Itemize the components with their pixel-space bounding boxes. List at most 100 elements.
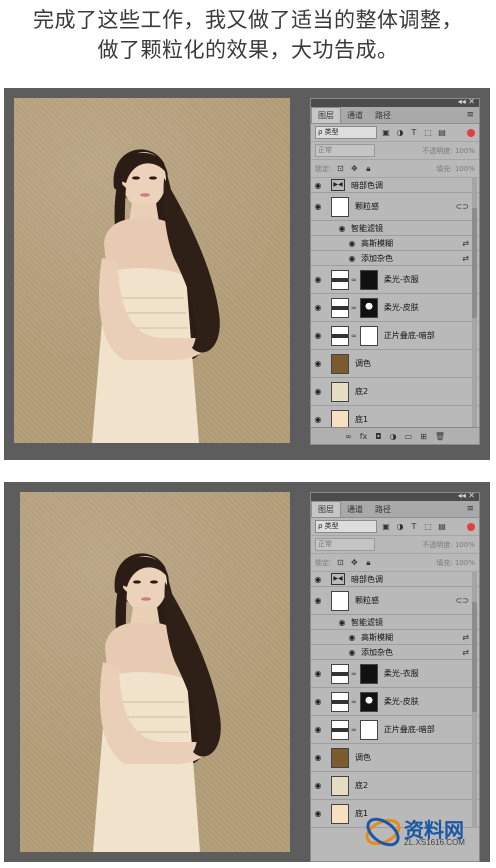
layer-scrollbar[interactable] [472, 178, 477, 434]
visibility-eye-icon[interactable]: ◉ [311, 303, 325, 312]
collapse-icon[interactable]: ◂◂ ✕ [458, 97, 475, 106]
layer-row[interactable]: ◉ ▶◀ 暗部色调 [311, 572, 479, 587]
visibility-eye-icon[interactable]: ◉ [311, 331, 325, 340]
layer-row[interactable]: ◉ 添加杂色 ⇄ [311, 251, 479, 266]
lock-pixels-icon[interactable]: ⊡ [335, 164, 345, 174]
folder-icon[interactable]: ▭ [405, 432, 413, 441]
text-filter-icon[interactable]: T [409, 522, 419, 532]
layer-row[interactable]: ◉ 调色 [311, 350, 479, 378]
layer-row[interactable]: ◉ 底2 [311, 378, 479, 406]
tab-channels[interactable]: 通道 [341, 108, 369, 123]
layer-row[interactable]: ◉ 智能滤镜 [311, 221, 479, 236]
panel-titlebar[interactable]: ◂◂ ✕ [311, 97, 479, 107]
layer-row[interactable]: ◉ 高斯模糊 ⇄ [311, 630, 479, 645]
tab-channels[interactable]: 通道 [341, 502, 369, 517]
filter-type-select[interactable]: ρ 类型 [315, 126, 377, 139]
layer-mask[interactable] [359, 325, 378, 346]
lock-position-icon[interactable]: ✥ [349, 558, 359, 568]
image-filter-icon[interactable]: ▣ [381, 128, 391, 138]
trash-icon[interactable]: 🗑︎ [435, 432, 445, 441]
visibility-eye-icon[interactable]: ◉ [345, 254, 359, 263]
visibility-eye-icon[interactable]: ◉ [311, 596, 325, 605]
panel-menu-icon[interactable]: ≡ [466, 110, 474, 120]
smart-filter-icon[interactable]: ▤ [437, 522, 447, 532]
opacity-field[interactable]: 不透明度: 100% [422, 146, 475, 156]
lock-all-icon[interactable]: 🔒︎ [363, 164, 373, 174]
link-icon[interactable]: ∞ [351, 670, 357, 678]
link-icon[interactable]: ∞ [351, 304, 357, 312]
visibility-eye-icon[interactable]: ◉ [345, 633, 359, 642]
blend-mode-select[interactable]: 正常 [315, 538, 375, 551]
filter-type-select[interactable]: ρ 类型 [315, 520, 377, 533]
shape-filter-icon[interactable]: ⬚ [423, 128, 433, 138]
filter-options-icon[interactable]: ⇄ [462, 633, 469, 642]
fx-icon[interactable]: fx [360, 432, 368, 441]
mask-icon[interactable]: ◘ [375, 432, 381, 441]
layer-mask[interactable] [359, 663, 378, 684]
link-icon[interactable]: ∞ [351, 726, 357, 734]
panel-titlebar[interactable]: ◂◂ ✕ [311, 491, 479, 501]
layer-row[interactable]: ◉ ∞ 柔光-衣服 [311, 660, 479, 688]
lock-all-icon[interactable]: 🔒︎ [363, 558, 373, 568]
visibility-eye-icon[interactable]: ◉ [311, 415, 325, 424]
layer-row[interactable]: ◉ 添加杂色 ⇄ [311, 645, 479, 660]
link-icon[interactable]: ∞ [351, 698, 357, 706]
visibility-eye-icon[interactable]: ◉ [345, 239, 359, 248]
visibility-eye-icon[interactable]: ◉ [335, 224, 349, 233]
tab-paths[interactable]: 路径 [369, 108, 397, 123]
visibility-eye-icon[interactable]: ◉ [311, 387, 325, 396]
layer-row[interactable]: ◉ 颗粒感 ⊂⊃ [311, 587, 479, 615]
visibility-eye-icon[interactable]: ◉ [311, 753, 325, 762]
shape-filter-icon[interactable]: ⬚ [423, 522, 433, 532]
visibility-eye-icon[interactable]: ◉ [311, 697, 325, 706]
layer-row[interactable]: ◉ ∞ 正片叠底-暗部 [311, 322, 479, 350]
layer-mask[interactable] [359, 297, 378, 318]
layer-mask[interactable] [359, 269, 378, 290]
visibility-eye-icon[interactable]: ◉ [311, 202, 325, 211]
link-icon[interactable]: ∞ [351, 332, 357, 340]
layer-row[interactable]: ◉ 底2 [311, 772, 479, 800]
layer-row[interactable]: ◉ ∞ 柔光-皮肤 [311, 688, 479, 716]
visibility-eye-icon[interactable]: ◉ [311, 669, 325, 678]
panel-menu-icon[interactable]: ≡ [466, 504, 474, 514]
layer-mask[interactable] [359, 691, 378, 712]
visibility-eye-icon[interactable]: ◉ [311, 181, 325, 190]
layer-row[interactable]: ◉ 高斯模糊 ⇄ [311, 236, 479, 251]
text-filter-icon[interactable]: T [409, 128, 419, 138]
filter-options-icon[interactable]: ⇄ [462, 239, 469, 248]
layer-row[interactable]: ◉ ∞ 正片叠底-暗部 [311, 716, 479, 744]
document-canvas[interactable] [20, 492, 290, 852]
visibility-eye-icon[interactable]: ◉ [311, 275, 325, 284]
visibility-eye-icon[interactable]: ◉ [311, 359, 325, 368]
collapse-icon[interactable]: ◂◂ ✕ [458, 491, 475, 500]
opacity-field[interactable]: 不透明度: 100% [422, 540, 475, 550]
smart-filter-icon[interactable]: ▤ [437, 128, 447, 138]
blend-mode-select[interactable]: 正常 [315, 144, 375, 157]
layer-row[interactable]: ◉ ∞ 柔光-皮肤 [311, 294, 479, 322]
visibility-eye-icon[interactable]: ◉ [345, 648, 359, 657]
tab-layers[interactable]: 图层 [311, 107, 341, 123]
visibility-eye-icon[interactable]: ◉ [311, 781, 325, 790]
layer-row[interactable]: ◉ 智能滤镜 [311, 615, 479, 630]
visibility-eye-icon[interactable]: ◉ [335, 618, 349, 627]
visibility-eye-icon[interactable]: ◉ [311, 809, 325, 818]
visibility-eye-icon[interactable]: ◉ [311, 725, 325, 734]
lock-position-icon[interactable]: ✥ [349, 164, 359, 174]
visibility-eye-icon[interactable]: ◉ [311, 575, 325, 584]
layer-row[interactable]: ◉ ∞ 柔光-衣服 [311, 266, 479, 294]
new-layer-icon[interactable]: ⊞ [420, 432, 427, 441]
adjust-filter-icon[interactable]: ◑ [395, 128, 405, 138]
link-icon[interactable]: ∞ [345, 432, 352, 441]
tab-layers[interactable]: 图层 [311, 501, 341, 517]
layer-row[interactable]: ◉ ▶◀ 暗部色调 [311, 178, 479, 193]
filter-toggle[interactable] [467, 522, 475, 531]
layer-row[interactable]: ◉ 颗粒感 ⊂⊃ [311, 193, 479, 221]
layer-mask[interactable] [359, 719, 378, 740]
link-icon[interactable]: ∞ [351, 276, 357, 284]
layer-row[interactable]: ◉ 调色 [311, 744, 479, 772]
tab-paths[interactable]: 路径 [369, 502, 397, 517]
filter-options-icon[interactable]: ⇄ [462, 254, 469, 263]
adjust-filter-icon[interactable]: ◑ [395, 522, 405, 532]
filter-toggle[interactable] [467, 128, 475, 137]
adjustment-icon[interactable]: ◑ [390, 432, 397, 441]
